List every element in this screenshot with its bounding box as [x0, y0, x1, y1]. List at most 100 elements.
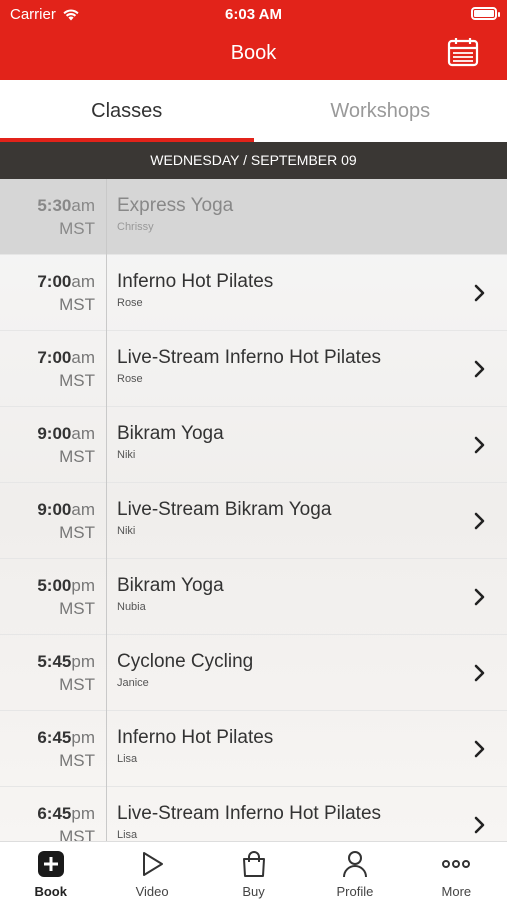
class-name: Live-Stream Inferno Hot Pilates	[117, 803, 382, 824]
class-ampm: am	[71, 424, 95, 443]
class-info: Inferno Hot Pilates Lisa	[117, 727, 273, 765]
class-info: Inferno Hot Pilates Rose	[117, 271, 273, 309]
status-bar: Carrier 6:03 AM	[0, 0, 507, 28]
page-title: Book	[230, 42, 277, 64]
class-timezone: MST	[59, 371, 95, 390]
class-info: Cyclone Cycling Janice	[117, 651, 253, 689]
tabbar-more[interactable]: More	[406, 842, 507, 900]
class-time: 6:45pm MST	[0, 787, 107, 841]
class-list: 5:30am MST Express Yoga Chrissy 7:00am MST Inf…	[0, 179, 507, 841]
class-start-time: 7:00	[37, 272, 72, 291]
class-info: Live-Stream Bikram Yoga Niki	[117, 499, 331, 537]
class-time: 6:45pm MST	[0, 711, 107, 787]
class-name: Live-Stream Inferno Hot Pilates	[117, 347, 382, 368]
class-instructor: Rose	[117, 297, 143, 309]
chevron-right-icon	[474, 664, 485, 682]
class-start-time: 5:45	[37, 652, 72, 671]
class-instructor: Chrissy	[117, 221, 154, 233]
class-instructor: Lisa	[117, 753, 138, 765]
tabbar-profile-label: Profile	[336, 884, 374, 899]
tabbar-video-label: Video	[135, 884, 169, 899]
tabbar-buy-label: Buy	[242, 884, 265, 899]
class-timezone: MST	[59, 751, 95, 770]
chevron-right-icon	[474, 588, 485, 606]
class-start-time: 9:00	[37, 424, 72, 443]
class-row[interactable]: 5:00pm MST Bikram Yoga Nubia	[0, 559, 507, 635]
class-timezone: MST	[59, 295, 95, 314]
class-start-time: 6:45	[37, 728, 72, 747]
class-ampm: am	[71, 500, 95, 519]
class-instructor: Nubia	[117, 601, 146, 613]
bottom-tab-bar: Book Video Buy Profile More	[0, 841, 507, 900]
class-info: Live-Stream Inferno Hot Pilates Rose	[117, 347, 381, 385]
battery-level	[474, 10, 494, 17]
class-name: Inferno Hot Pilates	[117, 271, 274, 292]
segment-tabs: Classes Workshops	[0, 80, 507, 142]
class-instructor: Niki	[117, 525, 136, 537]
person-icon	[342, 851, 367, 878]
tabbar-more-label: More	[441, 884, 472, 899]
class-row[interactable]: 9:00am MST Bikram Yoga Niki	[0, 407, 507, 483]
class-timezone: MST	[59, 219, 95, 238]
tabbar-book[interactable]: Book	[0, 842, 101, 900]
class-ampm: am	[71, 272, 95, 291]
class-info: Live-Stream Inferno Hot Pilates Lisa	[117, 803, 381, 841]
class-start-time: 6:45	[37, 804, 72, 823]
app-header: Carrier 6:03 AM Book	[0, 0, 507, 80]
class-time: 5:30am MST	[0, 179, 107, 255]
class-ampm: pm	[71, 804, 95, 823]
class-name: Live-Stream Bikram Yoga	[117, 499, 332, 520]
class-name: Cyclone Cycling	[117, 651, 254, 672]
calendar-icon[interactable]	[447, 37, 479, 67]
class-row: 5:30am MST Express Yoga Chrissy	[0, 179, 507, 255]
tab-workshops[interactable]: Workshops	[254, 80, 507, 142]
class-info: Express Yoga Chrissy	[117, 195, 233, 233]
class-instructor: Lisa	[117, 829, 138, 841]
tabbar-book-label: Book	[34, 884, 67, 899]
battery-icon	[471, 7, 500, 20]
class-instructor: Niki	[117, 449, 136, 461]
tabbar-profile[interactable]: Profile	[304, 842, 405, 900]
class-name: Express Yoga	[117, 195, 234, 216]
class-time: 7:00am MST	[0, 255, 107, 331]
class-time: 9:00am MST	[0, 483, 107, 559]
class-name: Inferno Hot Pilates	[117, 727, 274, 748]
more-dots-icon	[442, 860, 471, 868]
chevron-right-icon	[474, 512, 485, 530]
class-row[interactable]: 9:00am MST Live-Stream Bikram Yoga Niki	[0, 483, 507, 559]
class-info: Bikram Yoga Niki	[117, 423, 224, 461]
class-timezone: MST	[59, 675, 95, 694]
chevron-right-icon	[474, 740, 485, 758]
chevron-right-icon	[474, 816, 485, 834]
date-banner: WEDNESDAY / SEPTEMBER 09	[0, 142, 507, 179]
class-info: Bikram Yoga Nubia	[117, 575, 224, 613]
class-ampm: pm	[71, 728, 95, 747]
class-ampm: pm	[71, 576, 95, 595]
tab-classes[interactable]: Classes	[0, 80, 254, 142]
class-row[interactable]: 5:45pm MST Cyclone Cycling Janice	[0, 635, 507, 711]
class-time: 9:00am MST	[0, 407, 107, 483]
class-time: 5:45pm MST	[0, 635, 107, 711]
status-time: 6:03 AM	[225, 6, 282, 23]
tabbar-buy[interactable]: Buy	[203, 842, 304, 900]
class-start-time: 9:00	[37, 500, 72, 519]
class-start-time: 7:00	[37, 348, 72, 367]
class-row[interactable]: 7:00am MST Inferno Hot Pilates Rose	[0, 255, 507, 331]
chevron-right-icon	[474, 360, 485, 378]
class-row[interactable]: 6:45pm MST Inferno Hot Pilates Lisa	[0, 711, 507, 787]
class-start-time: 5:30	[37, 196, 72, 215]
class-instructor: Janice	[117, 677, 149, 689]
chevron-right-icon	[474, 436, 485, 454]
class-start-time: 5:00	[37, 576, 72, 595]
chevron-right-icon	[474, 284, 485, 302]
class-timezone: MST	[59, 599, 95, 618]
shopping-bag-icon	[242, 851, 265, 877]
tabbar-video[interactable]: Video	[101, 842, 202, 900]
class-row[interactable]: 7:00am MST Live-Stream Inferno Hot Pilates…	[0, 331, 507, 407]
class-timezone: MST	[59, 827, 95, 841]
class-instructor: Rose	[117, 373, 143, 385]
class-timezone: MST	[59, 523, 95, 542]
class-name: Bikram Yoga	[117, 575, 224, 596]
class-row[interactable]: 6:45pm MST Live-Stream Inferno Hot Pilates…	[0, 787, 507, 841]
class-ampm: pm	[71, 652, 95, 671]
